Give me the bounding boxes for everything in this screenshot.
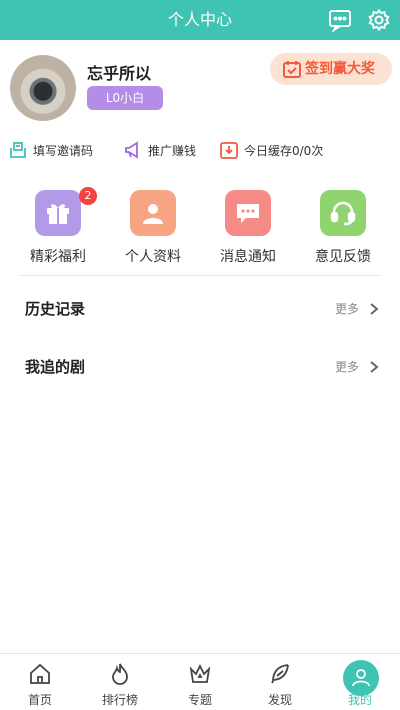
tab-label: 专题 bbox=[187, 693, 212, 707]
user-icon bbox=[130, 190, 176, 236]
tab-home[interactable]: 首页 bbox=[0, 654, 80, 710]
quick-actions: 填写邀请码 推广赚钱 今日缓存0/0次 bbox=[0, 135, 400, 165]
username: 忘乎所以 bbox=[87, 64, 152, 83]
history-row[interactable]: 历史记录 更多 bbox=[0, 288, 400, 328]
crown-icon bbox=[189, 663, 211, 683]
top-header: 个人中心 bbox=[0, 0, 400, 40]
chevron-right-icon[interactable] bbox=[369, 360, 379, 374]
profile-icon[interactable] bbox=[343, 660, 379, 696]
download-icon bbox=[220, 142, 238, 159]
headset-icon bbox=[320, 190, 366, 236]
level-badge: L0小白 bbox=[87, 86, 163, 110]
tab-label: 发现 bbox=[267, 693, 292, 707]
invite-code-link[interactable]: 填写邀请码 bbox=[8, 140, 93, 160]
following-row[interactable]: 我追的剧 更多 bbox=[0, 346, 400, 386]
calendar-check-icon bbox=[282, 59, 302, 79]
chevron-right-icon[interactable] bbox=[369, 302, 379, 316]
following-more-link[interactable]: 更多 bbox=[335, 358, 359, 375]
divider bbox=[20, 275, 380, 276]
grid-label: 消息通知 bbox=[220, 249, 276, 265]
gear-icon[interactable] bbox=[367, 8, 391, 32]
cache-link[interactable]: 今日缓存0/0次 bbox=[219, 140, 323, 160]
gift-icon bbox=[35, 190, 81, 236]
tab-label: 排行榜 bbox=[101, 693, 138, 707]
grid-label: 意见反馈 bbox=[315, 249, 371, 265]
grid-label: 个人资料 bbox=[125, 249, 181, 265]
feather-icon bbox=[271, 664, 289, 684]
tab-label: 首页 bbox=[27, 693, 52, 707]
feature-grid: 2 精彩福利 个人资料 消息通知 意见反馈 bbox=[0, 185, 400, 265]
grid-item-profile[interactable]: 个人资料 bbox=[113, 190, 193, 265]
promote-link[interactable]: 推广赚钱 bbox=[123, 140, 196, 160]
following-title: 我追的剧 bbox=[25, 358, 86, 376]
tab-topics[interactable]: 专题 bbox=[160, 654, 240, 710]
invite-code-label: 填写邀请码 bbox=[33, 143, 94, 158]
megaphone-icon bbox=[125, 141, 138, 159]
tab-discover[interactable]: 发现 bbox=[240, 654, 320, 710]
checkin-label: 签到赢大奖 bbox=[305, 61, 375, 77]
message-icon[interactable] bbox=[328, 8, 352, 33]
home-icon bbox=[30, 663, 50, 684]
grid-label: 精彩福利 bbox=[30, 249, 86, 265]
invite-code-icon bbox=[10, 142, 26, 158]
grid-item-feedback[interactable]: 意见反馈 bbox=[303, 190, 383, 265]
tab-ranking[interactable]: 排行榜 bbox=[80, 654, 160, 710]
history-title: 历史记录 bbox=[25, 300, 86, 318]
checkin-button[interactable]: 签到赢大奖 bbox=[270, 53, 392, 85]
profile-section: 忘乎所以 L0小白 签到赢大奖 bbox=[0, 40, 400, 135]
welfare-badge: 2 bbox=[79, 187, 97, 205]
grid-item-welfare[interactable]: 2 精彩福利 bbox=[18, 187, 98, 265]
grid-item-messages[interactable]: 消息通知 bbox=[208, 190, 288, 265]
cache-label: 今日缓存0/0次 bbox=[244, 143, 324, 158]
chat-icon bbox=[225, 190, 271, 236]
promote-label: 推广赚钱 bbox=[148, 143, 197, 158]
bottom-tabbar: 首页 排行榜 专题 发现 我的 bbox=[0, 653, 400, 710]
history-more-link[interactable]: 更多 bbox=[335, 300, 359, 317]
flame-icon bbox=[112, 663, 128, 685]
avatar[interactable] bbox=[10, 55, 76, 121]
